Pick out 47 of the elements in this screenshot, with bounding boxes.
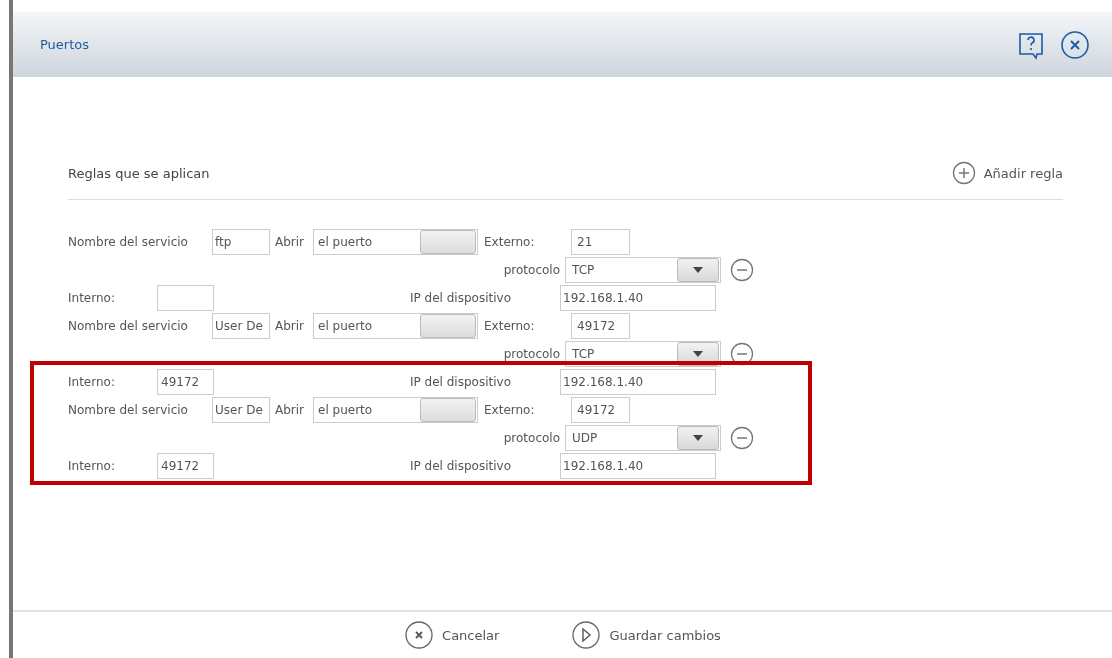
add-rule-button[interactable]: Añadir regla (951, 161, 1063, 185)
close-icon[interactable] (1060, 29, 1090, 60)
external-port-field[interactable]: 49172 (571, 313, 630, 339)
caret-icon (693, 267, 703, 273)
field-label: Interno: (68, 291, 116, 305)
field-label: Abrir (275, 319, 306, 333)
field-label: Interno: (68, 459, 116, 473)
caret-icon (693, 435, 703, 441)
device-ip-field[interactable]: 192.168.1.40 (560, 369, 716, 395)
protocol-dropdown[interactable]: TCP (565, 257, 721, 283)
field-label: Abrir (275, 403, 306, 417)
plus-circle-icon (951, 161, 976, 185)
field-label: IP del dispositivo (410, 291, 512, 305)
caret-icon (693, 351, 703, 357)
external-port-field[interactable]: 21 (571, 229, 630, 255)
field-label: Externo: (484, 403, 536, 417)
field-label: Nombre del servicio (68, 235, 189, 249)
service-name-field[interactable]: User De (212, 397, 270, 423)
field-label: Nombre del servicio (68, 403, 189, 417)
field-label: IP del dispositivo (410, 375, 512, 389)
internal-port-field[interactable]: 49172 (157, 453, 214, 479)
open-field[interactable]: el puerto (313, 229, 478, 255)
internal-port-field[interactable] (157, 285, 214, 311)
field-label: protocolo (502, 431, 560, 445)
cancel-button[interactable]: Cancelar (404, 620, 500, 650)
field-label: Externo: (484, 235, 536, 249)
internal-port-field[interactable]: 49172 (157, 369, 214, 395)
save-button[interactable]: Guardar cambios (571, 620, 721, 650)
field-label: Nombre del servicio (68, 319, 189, 333)
field-label: Abrir (275, 235, 306, 249)
section-title: Reglas que se aplican (68, 165, 210, 181)
field-label: Interno: (68, 375, 116, 389)
open-field[interactable]: el puerto (313, 397, 478, 423)
device-ip-field[interactable]: 192.168.1.40 (560, 285, 716, 311)
open-field[interactable]: el puerto (313, 313, 478, 339)
service-name-field[interactable]: User De (212, 313, 270, 339)
field-label: IP del dispositivo (410, 459, 512, 473)
play-circle-icon (571, 620, 602, 650)
window-title: Puertos (40, 37, 91, 52)
service-name-field[interactable]: ftp (212, 229, 270, 255)
close-circle-icon (404, 620, 435, 650)
external-port-field[interactable]: 49172 (571, 397, 630, 423)
field-label: Externo: (484, 319, 536, 333)
field-label: protocolo (502, 263, 560, 277)
device-ip-field[interactable]: 192.168.1.40 (560, 453, 716, 479)
field-label: protocolo (502, 347, 560, 361)
protocol-dropdown[interactable]: UDP (565, 425, 721, 451)
